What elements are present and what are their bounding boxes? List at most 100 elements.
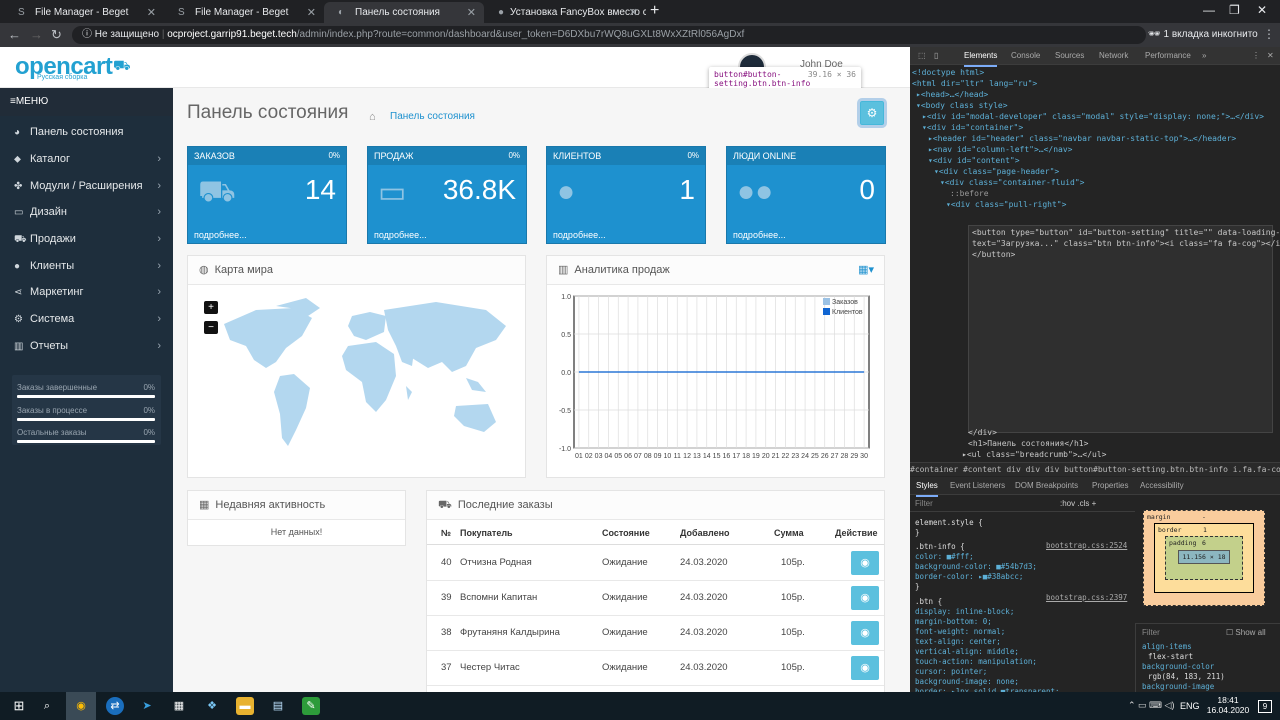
dom-line[interactable]: ::before: [950, 188, 989, 199]
computed-line[interactable]: background-image: [1142, 682, 1214, 691]
dom-line[interactable]: ▸<div id="modal-developer" class="modal"…: [922, 111, 1264, 122]
telegram-icon[interactable]: ➤: [138, 697, 156, 715]
style-rule-line[interactable]: color: ■#fff;: [915, 552, 974, 561]
style-rule-line[interactable]: margin-bottom: 0;: [915, 617, 992, 626]
device-toolbar-icon[interactable]: ▯: [934, 47, 938, 65]
style-rule-line[interactable]: display: inline-block;: [915, 607, 1014, 616]
view-order-button[interactable]: ◉: [851, 621, 879, 645]
more-link[interactable]: подробнее...: [374, 230, 427, 240]
dom-line[interactable]: <h1>Панель состояния</h1>: [968, 438, 1088, 449]
tab-dom-breakpoints[interactable]: DOM Breakpoints: [1015, 477, 1078, 495]
dom-line[interactable]: ▾<div class="pull-right">: [946, 199, 1066, 210]
dom-line[interactable]: ▸<header id="header" class="navbar navba…: [928, 133, 1236, 144]
view-order-button[interactable]: ◉: [851, 551, 879, 575]
forward-icon[interactable]: →: [30, 27, 43, 42]
sidebar-item-sales[interactable]: ⛟ Продажи ›: [0, 226, 173, 252]
restore-icon[interactable]: ❐: [1229, 3, 1240, 17]
styles-filter-input[interactable]: Filter: [915, 499, 933, 508]
more-link[interactable]: подробнее...: [553, 230, 606, 240]
dom-line[interactable]: ▾<div id="content">: [928, 155, 1020, 166]
dom-line[interactable]: ▸<ul class="breadcrumb">…</ul>: [962, 449, 1107, 460]
dom-line[interactable]: <html dir="ltr" lang="ru">: [912, 78, 1037, 89]
style-rule-line[interactable]: }: [915, 528, 920, 537]
selected-node-line[interactable]: </button>: [972, 249, 1015, 260]
style-rule-line[interactable]: .btn-info {: [915, 542, 965, 551]
minimize-icon[interactable]: —: [1203, 3, 1215, 17]
devtools-breadcrumb[interactable]: #container #content div div div button#b…: [910, 462, 1280, 476]
view-order-button[interactable]: ◉: [851, 656, 879, 680]
computed-line[interactable]: rgb(84, 183, 211): [1148, 672, 1225, 681]
style-rule-line[interactable]: cursor: pointer;: [915, 667, 987, 676]
system-tray-icons[interactable]: ⌃ ▭ ⌨ ◁): [1128, 700, 1174, 711]
dom-line[interactable]: ▾<div id="container">: [922, 122, 1023, 133]
tab-console[interactable]: Console: [1011, 47, 1040, 65]
tab-event-listeners[interactable]: Event Listeners: [950, 477, 1005, 495]
notepad-icon[interactable]: ▤: [269, 697, 287, 715]
notepad-plus-icon[interactable]: ✎: [302, 697, 320, 715]
menu-header[interactable]: ≡МЕНЮ: [0, 88, 173, 116]
browser-tab[interactable]: ● Установка FancyBox вместо ста ✕: [484, 2, 646, 23]
close-tab-icon[interactable]: ✕: [467, 6, 476, 19]
world-map[interactable]: [216, 296, 516, 471]
3d-viewer-icon[interactable]: ❖: [203, 697, 221, 715]
new-tab-button[interactable]: +: [650, 2, 659, 20]
browser-tab-active[interactable]: ◐ Панель состояния ✕: [324, 2, 484, 23]
close-window-icon[interactable]: ✕: [1257, 3, 1267, 17]
style-rule-line[interactable]: background-image: none;: [915, 677, 1019, 686]
computed-line[interactable]: background-color: [1142, 662, 1214, 671]
tab-sources[interactable]: Sources: [1055, 47, 1084, 65]
reload-icon[interactable]: ↻: [51, 27, 62, 43]
more-tabs-icon[interactable]: »: [1202, 47, 1206, 65]
teamviewer-icon[interactable]: ⇄: [106, 697, 124, 715]
browser-tab[interactable]: S File Manager - Beget ✕: [4, 2, 164, 23]
dom-line[interactable]: ▾<div class="page-header">: [934, 166, 1059, 177]
hov-cls-toggles[interactable]: :hov .cls +: [1060, 499, 1096, 508]
selected-node-line[interactable]: <button type="button" id="button-setting…: [972, 227, 1280, 238]
style-rule-line[interactable]: background-color: ■#54b7d3;: [915, 562, 1037, 571]
tab-performance[interactable]: Performance: [1145, 47, 1191, 65]
chrome-icon[interactable]: ◉: [66, 692, 96, 720]
breadcrumb[interactable]: Панель состояния: [390, 111, 475, 122]
dom-line[interactable]: </div>: [968, 427, 997, 438]
sidebar-item-extensions[interactable]: ✤ Модули / Расширения ›: [0, 173, 173, 199]
tab-elements[interactable]: Elements: [964, 47, 998, 67]
style-rule-line[interactable]: text-align: center;: [915, 637, 1001, 646]
notifications-icon[interactable]: 9: [1258, 700, 1272, 713]
home-icon[interactable]: ⌂: [369, 111, 376, 123]
calendar-dropdown-icon[interactable]: ▦▾: [858, 256, 874, 285]
tab-properties[interactable]: Properties: [1092, 477, 1128, 495]
style-rule-line[interactable]: .btn {: [915, 597, 942, 606]
browser-menu-icon[interactable]: ⋮: [1263, 27, 1275, 41]
dom-line[interactable]: <!doctype html>: [912, 67, 984, 78]
language-indicator[interactable]: ENG: [1180, 701, 1200, 711]
style-rule-line[interactable]: element.style {: [915, 518, 983, 527]
tab-accessibility[interactable]: Accessibility: [1140, 477, 1184, 495]
sidebar-item-reports[interactable]: ▥ Отчеты ›: [0, 333, 173, 359]
style-rule-line[interactable]: }: [915, 582, 920, 591]
style-rule-line[interactable]: border-color: ▸■#38abcc;: [915, 572, 1023, 581]
computed-line[interactable]: align-items: [1142, 642, 1192, 651]
address-input[interactable]: ⓘ Не защищено | ocproject.garrip91.beget…: [72, 26, 1146, 44]
tab-styles[interactable]: Styles: [916, 477, 938, 497]
close-tab-icon[interactable]: ✕: [307, 6, 316, 19]
devtools-menu-icon[interactable]: ⋮: [1252, 47, 1260, 65]
sidebar-item-system[interactable]: ⚙ Система ›: [0, 306, 173, 332]
close-tab-icon[interactable]: ✕: [629, 6, 638, 19]
close-tab-icon[interactable]: ✕: [147, 6, 156, 19]
selected-node-line[interactable]: text="Загрузка..." class="btn btn-info">…: [972, 238, 1280, 249]
view-order-button[interactable]: ◉: [851, 586, 879, 610]
browser-tab[interactable]: S File Manager - Beget ✕: [164, 2, 324, 23]
file-explorer-icon[interactable]: ▬: [236, 697, 254, 715]
dom-line[interactable]: ▸<nav id="column-left">…</nav>: [928, 144, 1073, 155]
incognito-indicator[interactable]: 🕶 1 вкладка инкогнито: [1148, 25, 1258, 45]
sidebar-item-dashboard[interactable]: ◕ Панель состояния: [0, 119, 173, 145]
computed-filter-input[interactable]: Filter: [1142, 628, 1160, 637]
windows-start-icon[interactable]: ⊞: [10, 697, 28, 715]
more-link[interactable]: подробнее...: [194, 230, 247, 240]
sidebar-item-customers[interactable]: ● Клиенты ›: [0, 253, 173, 279]
settings-button[interactable]: ⚙: [857, 98, 887, 128]
sidebar-item-marketing[interactable]: ⋖ Маркетинг ›: [0, 279, 173, 305]
style-rule-line[interactable]: vertical-align: middle;: [915, 647, 1019, 656]
calculator-icon[interactable]: ▦: [170, 697, 188, 715]
inspect-element-icon[interactable]: ⬚: [918, 47, 926, 65]
